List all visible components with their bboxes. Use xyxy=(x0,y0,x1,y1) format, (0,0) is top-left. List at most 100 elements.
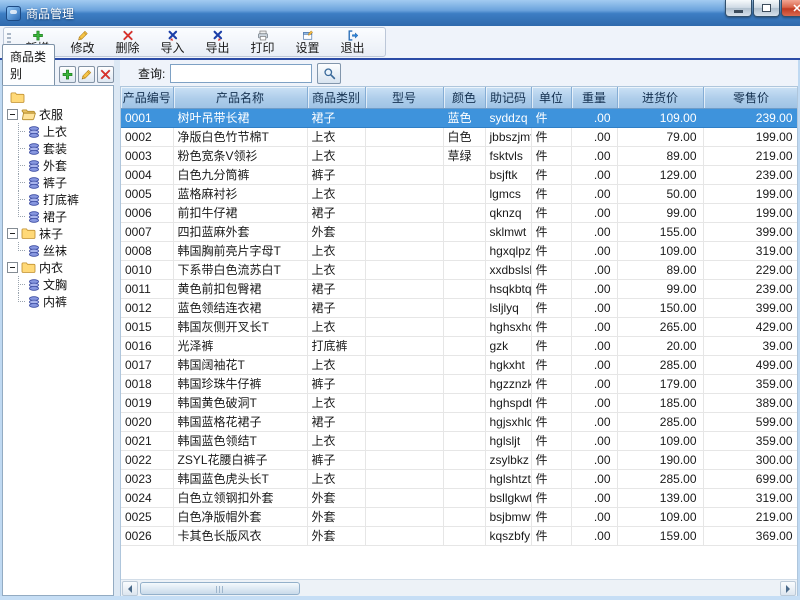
table-cell: 件 xyxy=(531,469,571,488)
table-cell: 下系带白色流苏白T xyxy=(173,260,307,279)
table-row[interactable]: 0018韩国珍珠牛仔裤裤子hgzznzk件.00179.00359.00 xyxy=(121,374,798,393)
print-button[interactable]: 打印 xyxy=(240,29,285,55)
table-cell: 上衣 xyxy=(307,393,365,412)
scroll-left-arrow[interactable] xyxy=(122,581,138,596)
scroll-thumb[interactable] xyxy=(140,582,300,595)
table-row[interactable]: 0011黄色前扣包臀裙裙子hsqkbtq件.0099.00239.00 xyxy=(121,279,798,298)
tab-categories[interactable]: 商品类别 xyxy=(2,44,55,85)
tree-item[interactable]: 套装 xyxy=(5,140,113,157)
column-header[interactable]: 商品类别 xyxy=(307,87,365,108)
export-button[interactable]: 导出 xyxy=(195,29,240,55)
column-header[interactable]: 单位 xyxy=(531,87,571,108)
table-cell xyxy=(365,488,443,507)
tree-item-group[interactable]: 内衣 xyxy=(5,259,113,276)
table-cell: 0003 xyxy=(121,146,173,165)
exit-button[interactable]: 退出 xyxy=(330,29,375,55)
category-edit-button[interactable] xyxy=(78,66,95,83)
search-button[interactable] xyxy=(317,63,341,84)
table-row[interactable]: 0016光泽裤打底裤gzk件.0020.0039.00 xyxy=(121,336,798,355)
table-cell: 白色立领钢扣外套 xyxy=(173,488,307,507)
column-header[interactable]: 型号 xyxy=(365,87,443,108)
category-icon xyxy=(28,279,40,291)
table-cell: 草绿 xyxy=(443,146,485,165)
table-row[interactable]: 0020韩国蓝格花裙子裙子hgjsxhlqz件.00285.00599.00 xyxy=(121,412,798,431)
table-row[interactable]: 0025白色净版帽外套外套bsjbmwt件.00109.00219.00 xyxy=(121,507,798,526)
table-cell: 699.00 xyxy=(703,469,798,488)
collapse-icon[interactable] xyxy=(7,228,18,239)
category-delete-button[interactable] xyxy=(97,66,114,83)
table-row[interactable]: 0002净版白色竹节棉T上衣白色jbbszjmt件.0079.00199.00 xyxy=(121,127,798,146)
table-cell: 109.00 xyxy=(617,241,703,260)
table-cell xyxy=(365,260,443,279)
table-cell: hgxqlpzmt xyxy=(485,241,531,260)
table-row[interactable]: 0012蓝色领结连衣裙裙子lsljlyq件.00150.00399.00 xyxy=(121,298,798,317)
table-cell: 0011 xyxy=(121,279,173,298)
excel-import-icon xyxy=(165,30,181,41)
table-row[interactable]: 0007四扣蓝麻外套外套sklmwt件.00155.00399.00 xyxy=(121,222,798,241)
column-header[interactable]: 进货价 xyxy=(617,87,703,108)
horizontal-scrollbar[interactable] xyxy=(121,579,797,596)
table-row[interactable]: 0022ZSYL花腰白裤子裤子zsylbkz件.00190.00300.00 xyxy=(121,450,798,469)
app-window: 商品管理 ✕ 新增 修改 删除 导入 xyxy=(0,0,800,600)
column-header[interactable]: 产品名称 xyxy=(173,87,307,108)
table-cell: hgkxht xyxy=(485,355,531,374)
table-row[interactable]: 0006前扣牛仔裙裙子qknzq件.0099.00199.00 xyxy=(121,203,798,222)
table-cell: 0012 xyxy=(121,298,173,317)
table-row[interactable]: 0004白色九分筒裤裤子bsjftk件.00129.00239.00 xyxy=(121,165,798,184)
tree-item-group[interactable]: 袜子 xyxy=(5,225,113,242)
collapse-icon[interactable] xyxy=(7,262,18,273)
table-row[interactable]: 0015韩国灰侧开叉长T上衣hghsxhckczt件.00265.00429.0… xyxy=(121,317,798,336)
restore-button[interactable] xyxy=(753,0,780,17)
category-add-button[interactable] xyxy=(59,66,76,83)
table-row[interactable]: 0021韩国蓝色领结T上衣hglsljt件.00109.00359.00 xyxy=(121,431,798,450)
table-cell: ZSYL花腰白裤子 xyxy=(173,450,307,469)
tree-item-group[interactable]: 衣服 xyxy=(5,106,113,123)
tree-item[interactable]: 裤子 xyxy=(5,174,113,191)
close-button[interactable]: ✕ xyxy=(781,0,800,17)
window-title: 商品管理 xyxy=(26,5,74,22)
left-triangle-icon xyxy=(124,585,132,593)
table-row[interactable]: 0023韩国蓝色虎头长T上衣hglshtzt件.00285.00699.00 xyxy=(121,469,798,488)
table-cell: .00 xyxy=(571,412,617,431)
table-cell: 89.00 xyxy=(617,260,703,279)
table-row[interactable]: 0026卡其色长版风衣外套kqszbfy件.00159.00369.00 xyxy=(121,526,798,545)
tree-item[interactable]: 文胸 xyxy=(5,276,113,293)
table-row[interactable]: 0001树叶吊带长裙裙子蓝色syddzq件.00109.00239.00 xyxy=(121,108,798,127)
settings-button[interactable]: 设置 xyxy=(285,29,330,55)
table-cell: 件 xyxy=(531,146,571,165)
excel-export-icon xyxy=(210,30,226,41)
scroll-right-arrow[interactable] xyxy=(780,581,796,596)
table-cell xyxy=(365,412,443,431)
table-cell xyxy=(365,526,443,545)
table-row[interactable]: 0003粉色宽条V领衫上衣草绿fsktvls件.0089.00219.00 xyxy=(121,146,798,165)
table-row[interactable]: 0010下系带白色流苏白T上衣xxdbslsbt件.0089.00229.00 xyxy=(121,260,798,279)
table-cell: 净版白色竹节棉T xyxy=(173,127,307,146)
table-cell: 蓝色领结连衣裙 xyxy=(173,298,307,317)
edit-button[interactable]: 修改 xyxy=(60,29,105,55)
table-row[interactable]: 0005蓝格麻衬衫上衣lgmcs件.0050.00199.00 xyxy=(121,184,798,203)
table-row[interactable]: 0008韩国胸前亮片字母T上衣hgxqlpzmt件.00109.00319.00 xyxy=(121,241,798,260)
table-row[interactable]: 0017韩国阔袖花T上衣hgkxht件.00285.00499.00 xyxy=(121,355,798,374)
tree-item[interactable]: 裙子 xyxy=(5,208,113,225)
table-cell xyxy=(443,526,485,545)
column-header[interactable]: 重量 xyxy=(571,87,617,108)
table-row[interactable]: 0019韩国黄色破洞T上衣hghspdt件.00185.00389.00 xyxy=(121,393,798,412)
minimize-button[interactable] xyxy=(725,0,752,17)
table-cell: 件 xyxy=(531,222,571,241)
search-input[interactable] xyxy=(170,64,312,83)
delete-button[interactable]: 删除 xyxy=(105,29,150,55)
column-header[interactable]: 助记码 xyxy=(485,87,531,108)
table-cell xyxy=(365,393,443,412)
tree-item[interactable]: 内裤 xyxy=(5,293,113,310)
tree-root[interactable] xyxy=(5,89,113,106)
tree-item[interactable]: 丝袜 xyxy=(5,242,113,259)
column-header[interactable]: 产品编号 xyxy=(121,87,173,108)
tree-item[interactable]: 打底裤 xyxy=(5,191,113,208)
column-header[interactable]: 颜色 xyxy=(443,87,485,108)
tree-item[interactable]: 外套 xyxy=(5,157,113,174)
table-row[interactable]: 0024白色立领钢扣外套外套bsllgkwt件.00139.00319.00 xyxy=(121,488,798,507)
column-header[interactable]: 零售价 xyxy=(703,87,798,108)
collapse-icon[interactable] xyxy=(7,109,18,120)
tree-item[interactable]: 上衣 xyxy=(5,123,113,140)
import-button[interactable]: 导入 xyxy=(150,29,195,55)
